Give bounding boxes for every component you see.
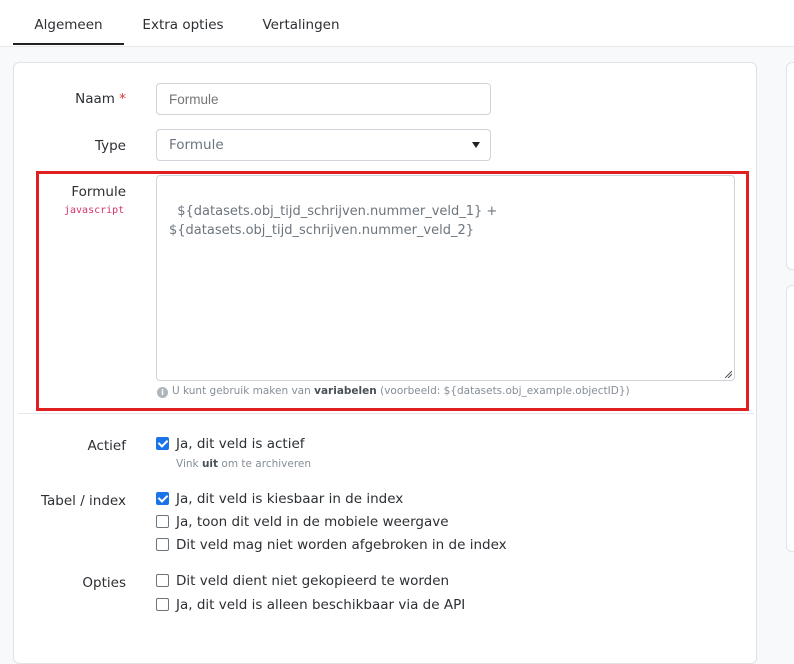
opties-checkbox-2[interactable]	[156, 598, 169, 611]
tabel-index-checkbox-3[interactable]	[156, 538, 169, 551]
opties-option-label: Ja, dit veld is alleen beschikbaar via d…	[176, 597, 466, 613]
required-mark: *	[119, 91, 126, 107]
type-select-value: Formule	[169, 137, 224, 153]
actief-help-text: Vink uit om te archiveren	[176, 458, 311, 470]
tabel-index-option-label: Dit veld mag niet worden afgebroken in d…	[176, 537, 507, 553]
section-divider	[18, 413, 754, 414]
type-select[interactable]: Formule	[156, 129, 491, 161]
opties-checkbox-1[interactable]	[156, 574, 169, 587]
naam-label-text: Naam	[75, 91, 115, 107]
tabel-index-checkbox-2[interactable]	[156, 515, 169, 528]
actief-help-bold: uit	[201, 458, 219, 470]
tabel-index-option-label: Ja, dit veld is kiesbaar in de index	[176, 491, 404, 507]
opties-option-label: Dit veld dient niet gekopieerd te worden	[176, 573, 450, 589]
naam-input[interactable]	[156, 83, 491, 115]
highlight-box	[36, 171, 749, 411]
naam-label: Naam *	[40, 91, 126, 107]
tabel-index-checkbox-1[interactable]	[156, 492, 169, 505]
tabel-index-option-label: Ja, toon dit veld in de mobiele weergave	[176, 514, 449, 530]
actief-help-prefix: Vink	[176, 458, 199, 470]
actief-checkbox-label: Ja, dit veld is actief	[176, 436, 305, 452]
tab-bar: Algemeen Extra opties Vertalingen	[0, 0, 794, 47]
tab-vertalingen[interactable]: Vertalingen	[251, 0, 351, 45]
actief-help-suffix: om te archiveren	[221, 458, 312, 470]
side-panel	[786, 62, 794, 270]
chevron-down-icon	[472, 142, 480, 148]
actief-checkbox[interactable]	[156, 437, 169, 450]
type-label: Type	[94, 138, 126, 154]
tabel-index-label: Tabel / index	[41, 493, 126, 509]
tab-extra-opties[interactable]: Extra opties	[133, 0, 233, 45]
opties-label: Opties	[82, 575, 126, 591]
side-panel-2	[786, 285, 794, 552]
actief-label: Actief	[87, 438, 126, 454]
tab-algemeen[interactable]: Algemeen	[13, 0, 124, 45]
